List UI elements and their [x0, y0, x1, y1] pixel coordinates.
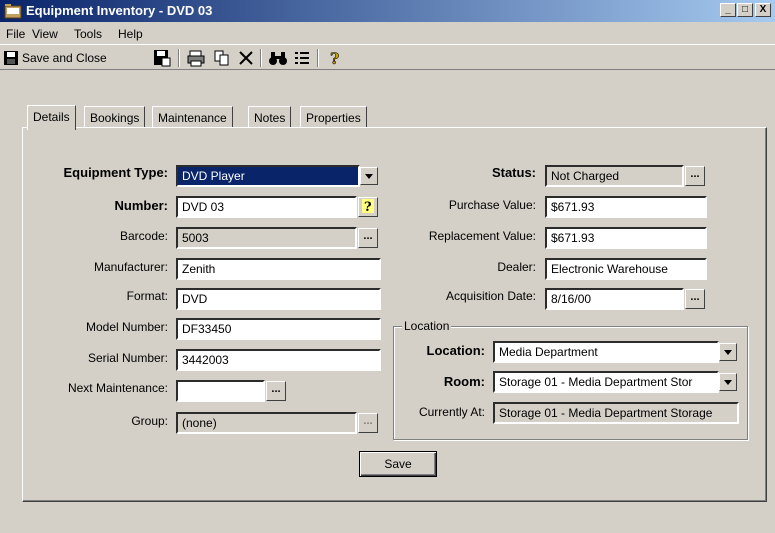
- save-new-icon[interactable]: [153, 49, 171, 67]
- title-bar: Equipment Inventory - DVD 03 _ □ X: [0, 0, 775, 22]
- help-icon[interactable]: ?: [327, 49, 343, 67]
- tab-notes[interactable]: Notes: [248, 106, 292, 128]
- window-title: Equipment Inventory - DVD 03: [26, 3, 213, 18]
- tab-properties[interactable]: Properties: [300, 106, 367, 128]
- status-field: Not Charged: [545, 165, 684, 187]
- barcode-ellipsis-button[interactable]: ...: [358, 228, 378, 248]
- purchase-value-label: Purchase Value:: [448, 198, 536, 212]
- number-help-button[interactable]: ?: [358, 197, 378, 217]
- serial-number-field[interactable]: 3442003: [176, 349, 381, 371]
- location-dropdown-button[interactable]: [719, 343, 737, 361]
- print-icon[interactable]: [187, 49, 205, 67]
- replacement-value-label: Replacement Value:: [428, 229, 536, 243]
- status-label: Status:: [491, 165, 536, 180]
- binoculars-icon[interactable]: [268, 49, 288, 67]
- manufacturer-label: Manufacturer:: [93, 260, 168, 274]
- delete-icon[interactable]: [237, 49, 255, 67]
- acquisition-date-ellipsis-button[interactable]: ...: [685, 289, 705, 309]
- close-button[interactable]: X: [755, 3, 771, 17]
- format-label: Format:: [126, 289, 168, 303]
- currently-at-label: Currently At:: [418, 405, 485, 419]
- location-label: Location:: [426, 343, 486, 358]
- tab-bookings[interactable]: Bookings: [84, 106, 146, 128]
- svg-text:?: ?: [330, 49, 339, 67]
- help-icon: ?: [362, 199, 374, 215]
- equipment-type-select[interactable]: DVD Player: [176, 165, 360, 187]
- status-ellipsis-button[interactable]: ...: [685, 166, 705, 186]
- floppy-disk-icon: [4, 51, 18, 65]
- location-group-title: Location: [402, 319, 452, 333]
- list-icon[interactable]: [293, 49, 311, 67]
- room-dropdown-button[interactable]: [719, 373, 737, 391]
- toolbar-separator: [260, 49, 262, 67]
- manufacturer-field[interactable]: Zenith: [176, 258, 381, 280]
- app-icon: [4, 4, 22, 19]
- currently-at-field: Storage 01 - Media Department Storage: [493, 402, 739, 424]
- save-button[interactable]: Save: [359, 451, 437, 477]
- copy-icon[interactable]: [213, 49, 231, 67]
- dealer-field[interactable]: Electronic Warehouse: [545, 258, 707, 280]
- tab-maintenance[interactable]: Maintenance: [152, 106, 233, 128]
- group-ellipsis-button: ...: [358, 413, 378, 433]
- minimize-button[interactable]: _: [720, 3, 736, 17]
- chevron-down-icon: [724, 350, 732, 355]
- number-field[interactable]: DVD 03: [176, 196, 357, 218]
- model-number-field[interactable]: DF33450: [176, 318, 381, 340]
- chevron-down-icon: [365, 174, 373, 179]
- number-label: Number:: [114, 198, 168, 213]
- maximize-button[interactable]: □: [737, 3, 753, 17]
- room-label: Room:: [443, 374, 485, 389]
- toolbar-separator: [178, 49, 180, 67]
- menu-help[interactable]: Help: [118, 27, 143, 41]
- menu-tools[interactable]: Tools: [74, 27, 102, 41]
- menu-bar: File View Tools Help: [0, 24, 775, 42]
- room-select[interactable]: Storage 01 - Media Department Stor: [493, 371, 719, 393]
- next-maintenance-field[interactable]: [176, 380, 265, 402]
- location-select[interactable]: Media Department: [493, 341, 719, 363]
- group-label: Group:: [131, 414, 168, 428]
- tab-details[interactable]: Details: [27, 105, 76, 130]
- serial-number-label: Serial Number:: [87, 351, 168, 365]
- next-maintenance-ellipsis-button[interactable]: ...: [266, 381, 286, 401]
- barcode-field: 5003: [176, 227, 357, 249]
- format-field[interactable]: DVD: [176, 288, 381, 310]
- replacement-value-field[interactable]: $671.93: [545, 227, 707, 249]
- equipment-type-label: Equipment Type:: [63, 165, 168, 180]
- menu-file[interactable]: File: [6, 27, 25, 41]
- acquisition-date-field[interactable]: 8/16/00: [545, 288, 684, 310]
- dealer-label: Dealer:: [497, 260, 536, 274]
- model-number-label: Model Number:: [85, 320, 168, 334]
- toolbar: Save and Close ?: [0, 44, 775, 70]
- equipment-type-dropdown-button[interactable]: [360, 167, 378, 185]
- acquisition-date-label: Acquisition Date:: [445, 289, 536, 303]
- menu-view[interactable]: View: [32, 27, 58, 41]
- toolbar-separator: [317, 49, 319, 67]
- save-and-close-label: Save and Close: [22, 51, 107, 65]
- group-field: (none): [176, 412, 357, 434]
- purchase-value-field[interactable]: $671.93: [545, 196, 707, 218]
- next-maintenance-label: Next Maintenance:: [67, 381, 168, 395]
- chevron-down-icon: [724, 380, 732, 385]
- barcode-label: Barcode:: [119, 229, 168, 243]
- svg-text:?: ?: [364, 200, 372, 214]
- save-and-close-button[interactable]: Save and Close: [4, 49, 144, 67]
